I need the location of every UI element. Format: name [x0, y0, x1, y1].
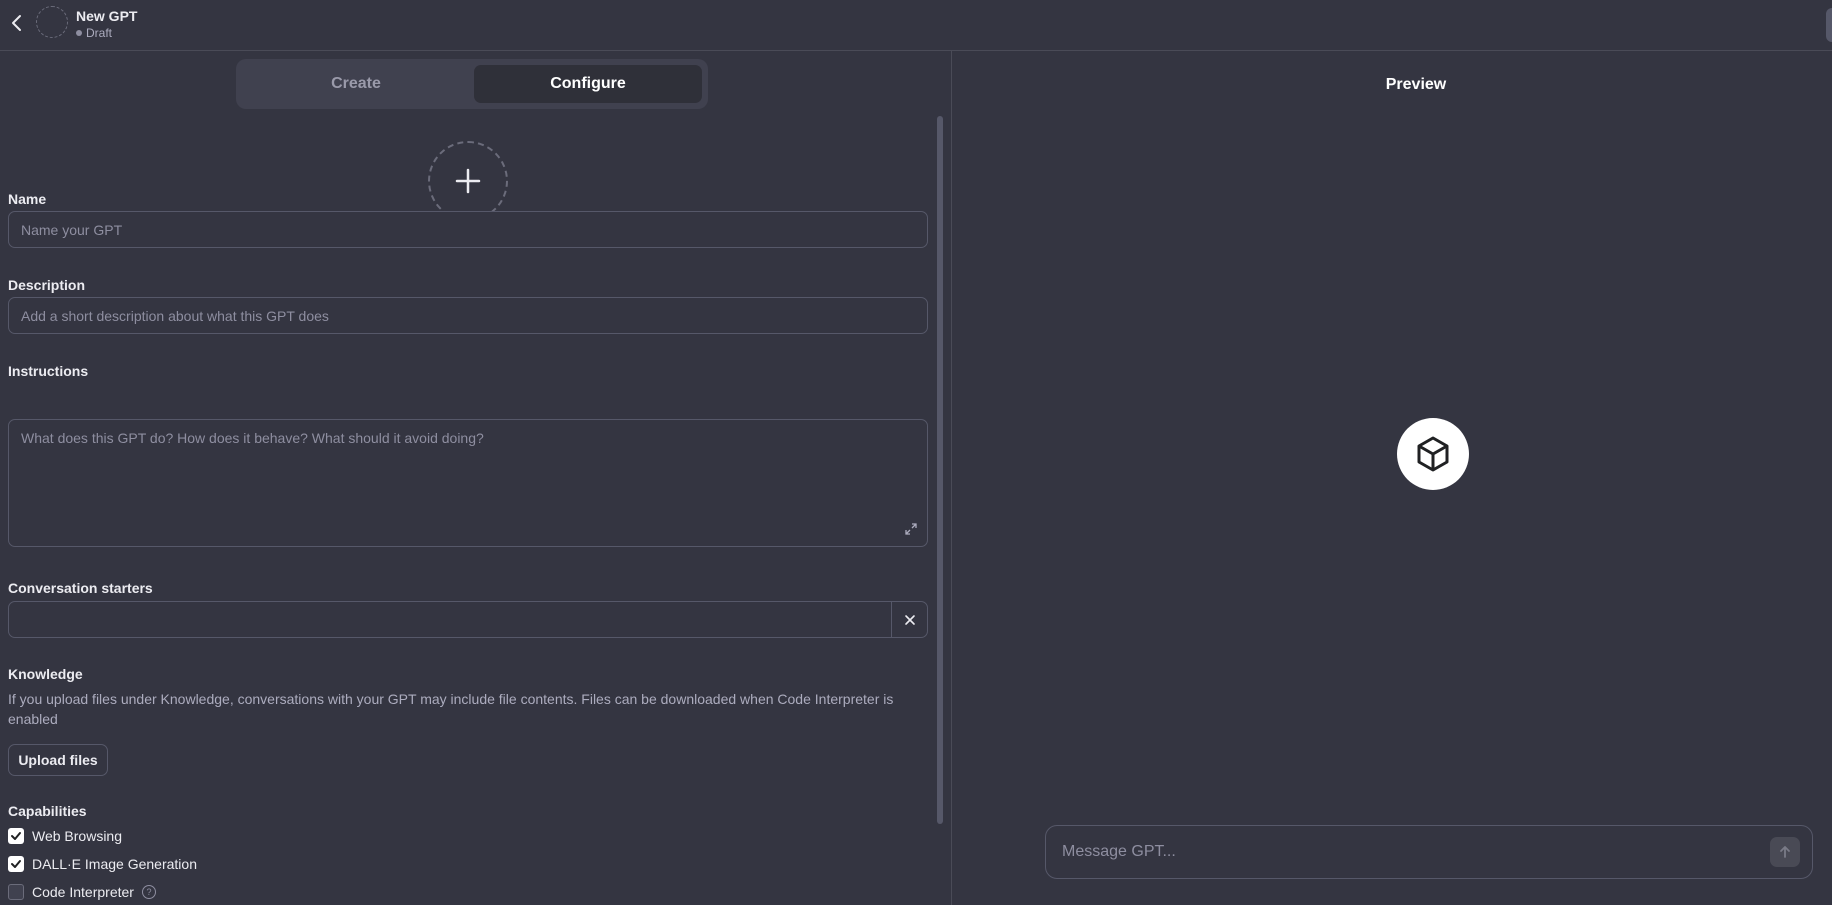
dalle-label: DALL·E Image Generation: [32, 856, 197, 872]
preview-pane: Preview: [953, 51, 1832, 905]
gpt-title: New GPT: [76, 8, 138, 24]
tab-configure[interactable]: Configure: [474, 65, 702, 103]
avatar-upload-button[interactable]: [428, 141, 508, 221]
help-icon[interactable]: ?: [141, 885, 156, 899]
capability-web-browsing: Web Browsing: [8, 828, 122, 844]
instructions-label: Instructions: [8, 363, 89, 379]
gpt-logo: [1397, 418, 1469, 490]
preview-title: Preview: [1385, 76, 1447, 93]
description-label: Description: [8, 277, 86, 293]
name-input[interactable]: [8, 211, 928, 248]
web-browsing-checkbox[interactable]: [8, 828, 24, 844]
editor-scrollbar[interactable]: [937, 116, 943, 824]
conversation-starters-label: Conversation starters: [8, 580, 153, 596]
conversation-starter-row: [8, 601, 928, 638]
knowledge-description: If you upload files under Knowledge, con…: [8, 691, 894, 727]
expand-icon[interactable]: [904, 522, 918, 536]
dalle-checkbox[interactable]: [8, 856, 24, 872]
top-bar: New GPT Draft: [0, 0, 1832, 51]
plus-icon: [455, 168, 481, 194]
name-label: Name: [8, 191, 47, 207]
arrow-up-icon: [1780, 846, 1790, 858]
conversation-starter-input[interactable]: [9, 602, 891, 637]
status-dot: [76, 30, 82, 36]
web-browsing-label: Web Browsing: [32, 828, 123, 844]
instructions-textarea[interactable]: [8, 419, 928, 547]
chevron-left-icon: [12, 15, 21, 31]
mode-tabs: Create Configure: [236, 59, 708, 109]
remove-starter-button[interactable]: [891, 602, 927, 637]
capability-code-interpreter: Code Interpreter ?: [8, 884, 156, 900]
code-interpreter-label: Code Interpreter: [32, 884, 134, 900]
upload-files-button[interactable]: Upload files: [8, 744, 108, 776]
capability-dalle: DALL·E Image Generation: [8, 856, 197, 872]
editor-pane: Create Configure Name Description Instru…: [0, 51, 952, 905]
checkmark-icon: [11, 860, 21, 868]
topbar-action-button[interactable]: [1826, 8, 1832, 42]
close-icon: [904, 614, 915, 625]
gpt-status: Draft: [76, 26, 112, 40]
capabilities-label: Capabilities: [8, 803, 87, 819]
gpt-avatar-placeholder: [36, 6, 68, 38]
back-button[interactable]: [8, 12, 26, 34]
knowledge-label: Knowledge: [8, 666, 83, 682]
status-label: Draft: [86, 26, 113, 40]
message-composer: [1045, 825, 1813, 879]
message-input[interactable]: [1046, 843, 1770, 861]
cube-icon: [1417, 436, 1449, 472]
description-input[interactable]: [8, 297, 928, 334]
send-button[interactable]: [1770, 837, 1800, 867]
code-interpreter-checkbox[interactable]: [8, 884, 24, 900]
checkmark-icon: [11, 832, 21, 840]
tab-create[interactable]: Create: [242, 65, 470, 103]
